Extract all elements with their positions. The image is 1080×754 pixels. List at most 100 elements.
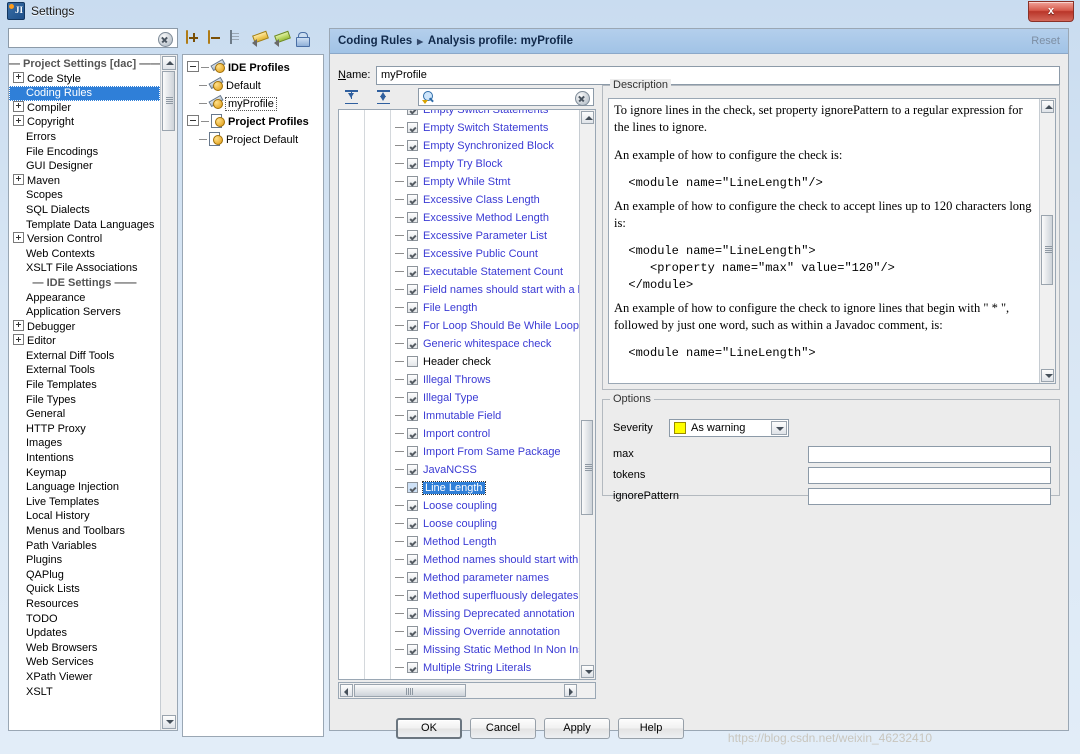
- sidebar-item-local-history[interactable]: Local History: [9, 509, 160, 524]
- rule-row[interactable]: Empty Try Block: [391, 155, 595, 173]
- rule-row[interactable]: Loose coupling: [391, 515, 595, 533]
- rule-row[interactable]: Illegal Throws: [391, 371, 595, 389]
- sidebar-item-path-variables[interactable]: Path Variables: [9, 539, 160, 554]
- settings-search-box[interactable]: [8, 28, 178, 48]
- rule-label[interactable]: Immutable Field: [423, 410, 501, 422]
- rule-label[interactable]: Line Length: [422, 481, 486, 495]
- rule-label[interactable]: Excessive Method Length: [423, 212, 549, 224]
- rule-checkbox[interactable]: [407, 536, 418, 547]
- rule-label[interactable]: For Loop Should Be While Loop: [423, 320, 579, 332]
- sidebar-item-xslt-file-associations[interactable]: XSLT File Associations: [9, 261, 160, 276]
- sidebar-item-language-injection[interactable]: Language Injection: [9, 480, 160, 495]
- sidebar-item-updates[interactable]: Updates: [9, 626, 160, 641]
- rule-row[interactable]: File Length: [391, 299, 595, 317]
- profile-item-default[interactable]: Default: [183, 76, 323, 95]
- green-pencil-icon[interactable]: [274, 30, 291, 47]
- rule-label[interactable]: Loose coupling: [423, 518, 497, 530]
- sidebar-item-file-encodings[interactable]: File Encodings: [9, 145, 160, 160]
- sidebar-item-general[interactable]: General: [9, 407, 160, 422]
- rule-row[interactable]: Header check: [391, 353, 595, 371]
- rule-row[interactable]: Method names should start with a lower: [391, 551, 595, 569]
- profile-item-myprofile[interactable]: myProfile: [183, 94, 323, 113]
- sidebar-item-errors[interactable]: Errors: [9, 130, 160, 145]
- rule-row[interactable]: Missing Override annotation: [391, 623, 595, 641]
- sidebar-item-external-diff-tools[interactable]: External Diff Tools: [9, 349, 160, 364]
- settings-tree-scrollbar[interactable]: [160, 55, 177, 730]
- sidebar-item-application-servers[interactable]: Application Servers: [9, 305, 160, 320]
- expand-icon[interactable]: [13, 334, 24, 346]
- option-input-tokens[interactable]: [808, 466, 1051, 484]
- rule-label[interactable]: Header check: [423, 356, 491, 368]
- remove-profile-button[interactable]: [208, 30, 225, 47]
- rule-row[interactable]: Empty Synchronized Block: [391, 137, 595, 155]
- expand-icon[interactable]: [13, 115, 24, 127]
- rule-label[interactable]: Import From Same Package: [423, 446, 561, 458]
- rule-label[interactable]: Multiple String Literals: [423, 662, 531, 674]
- sidebar-item-coding-rules[interactable]: Coding Rules: [9, 86, 160, 101]
- apply-button[interactable]: Apply: [544, 718, 610, 739]
- option-input-max[interactable]: [808, 445, 1051, 463]
- rule-label[interactable]: JavaNCSS: [423, 464, 477, 476]
- sidebar-item-web-browsers[interactable]: Web Browsers: [9, 641, 160, 656]
- rule-checkbox[interactable]: [407, 662, 418, 673]
- sidebar-item-menus-and-toolbars[interactable]: Menus and Toolbars: [9, 524, 160, 539]
- rule-checkbox[interactable]: [407, 626, 418, 637]
- sidebar-item-http-proxy[interactable]: HTTP Proxy: [9, 422, 160, 437]
- rule-row[interactable]: Excessive Parameter List: [391, 227, 595, 245]
- rule-label[interactable]: Empty Try Block: [423, 158, 502, 170]
- rule-row[interactable]: Empty Switch Statements: [391, 110, 595, 119]
- expand-icon[interactable]: [13, 232, 24, 244]
- rule-checkbox[interactable]: [407, 464, 418, 475]
- rule-checkbox[interactable]: [407, 110, 418, 115]
- rule-checkbox[interactable]: [407, 356, 418, 367]
- collapse-icon[interactable]: [187, 61, 199, 72]
- rule-label[interactable]: File Length: [423, 302, 477, 314]
- sidebar-item-template-data-languages[interactable]: Template Data Languages: [9, 218, 160, 233]
- rule-checkbox[interactable]: [407, 410, 418, 421]
- expand-icon[interactable]: [13, 173, 24, 185]
- rule-checkbox[interactable]: [407, 482, 418, 493]
- sidebar-item-plugins[interactable]: Plugins: [9, 553, 160, 568]
- rule-checkbox[interactable]: [407, 518, 418, 529]
- rule-row[interactable]: Method parameter names: [391, 569, 595, 587]
- rule-row[interactable]: Excessive Public Count: [391, 245, 595, 263]
- rules-tree[interactable]: Empty Switch Statements Empty Switch Stat…: [338, 109, 596, 680]
- rule-checkbox[interactable]: [407, 284, 418, 295]
- rule-checkbox[interactable]: [407, 266, 418, 277]
- clear-search-icon[interactable]: [158, 32, 173, 47]
- sidebar-item-file-templates[interactable]: File Templates: [9, 378, 160, 393]
- rule-row[interactable]: Method superfluously delegates to pare: [391, 587, 595, 605]
- rule-row[interactable]: Import control: [391, 425, 595, 443]
- rule-row[interactable]: Import From Same Package: [391, 443, 595, 461]
- cancel-button[interactable]: Cancel: [470, 718, 536, 739]
- sidebar-item-gui-designer[interactable]: GUI Designer: [9, 159, 160, 174]
- rule-label[interactable]: Loose coupling: [423, 500, 497, 512]
- sidebar-item-resources[interactable]: Resources: [9, 597, 160, 612]
- expand-all-icon[interactable]: [344, 89, 360, 105]
- sidebar-item-file-types[interactable]: File Types: [9, 393, 160, 408]
- rule-row[interactable]: Immutable Field: [391, 407, 595, 425]
- rule-row[interactable]: For Loop Should Be While Loop: [391, 317, 595, 335]
- collapse-all-icon[interactable]: [376, 89, 392, 105]
- rule-row[interactable]: Excessive Class Length: [391, 191, 595, 209]
- rule-label[interactable]: Executable Statement Count: [423, 266, 563, 278]
- add-profile-button[interactable]: [186, 30, 203, 47]
- rule-checkbox[interactable]: [407, 302, 418, 313]
- sidebar-item-quick-lists[interactable]: Quick Lists: [9, 582, 160, 597]
- hscroll-right-button[interactable]: [564, 684, 577, 697]
- rule-label[interactable]: Empty Switch Statements: [423, 110, 548, 116]
- rule-row[interactable]: Field names should start with a lower ca: [391, 281, 595, 299]
- rule-label[interactable]: Missing Deprecated annotation: [423, 608, 575, 620]
- rule-label[interactable]: Missing Override annotation: [423, 626, 560, 638]
- sidebar-item-appearance[interactable]: Appearance: [9, 291, 160, 306]
- rule-row[interactable]: Missing Static Method In Non Instantiat: [391, 641, 595, 659]
- rules-search-input[interactable]: [439, 91, 573, 106]
- profile-item-ide-profiles[interactable]: IDE Profiles: [183, 58, 323, 77]
- rule-checkbox[interactable]: [407, 446, 418, 457]
- sidebar-item-debugger[interactable]: Debugger: [9, 319, 160, 335]
- rule-label[interactable]: Method parameter names: [423, 572, 549, 584]
- rule-row[interactable]: Missing Deprecated annotation: [391, 605, 595, 623]
- sidebar-item-compiler[interactable]: Compiler: [9, 100, 160, 116]
- hscroll-left-button[interactable]: [340, 684, 353, 697]
- rule-label[interactable]: Excessive Class Length: [423, 194, 540, 206]
